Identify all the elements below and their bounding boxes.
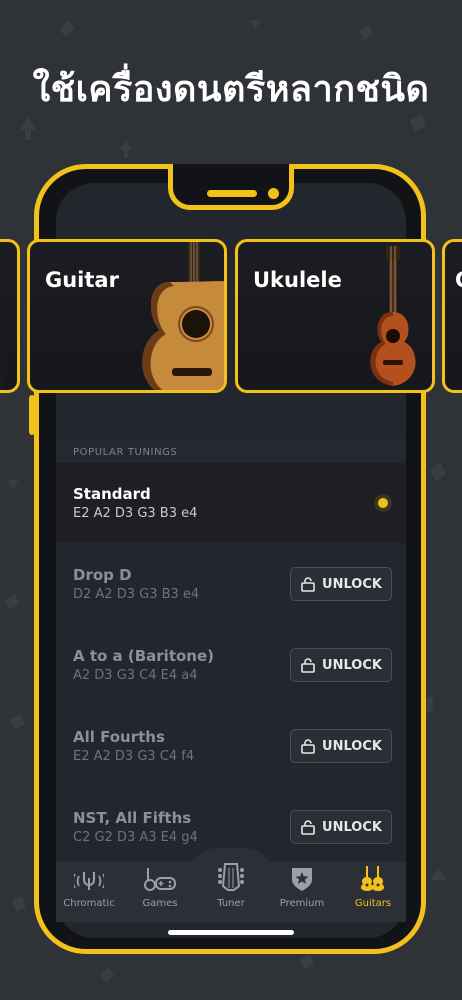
tuning-notes: C2 G2 D3 A3 E4 g4: [73, 830, 198, 845]
tab-label: Guitars: [354, 898, 392, 909]
instrument-card-label: Guitar: [45, 268, 119, 292]
home-indicator: [168, 930, 294, 935]
phone-notch: [168, 164, 294, 210]
unlock-label: UNLOCK: [322, 657, 382, 673]
instrument-card-bass-partial[interactable]: [0, 239, 20, 393]
lock-icon: [301, 658, 315, 673]
tuning-notes: E2 A2 D3 G3 C4 f4: [73, 749, 195, 764]
tab-games[interactable]: Games: [125, 866, 195, 909]
tuning-name: Drop D: [73, 566, 132, 584]
games-icon: [144, 868, 176, 891]
unlock-button[interactable]: UNLOCK: [290, 810, 392, 844]
instrument-card-partial[interactable]: C: [442, 239, 462, 393]
instrument-card-guitar[interactable]: Guitar: [27, 239, 227, 393]
tuning-notes: D2 A2 D3 G3 B3 e4: [73, 587, 200, 602]
tab-label: Tuner: [217, 898, 245, 909]
chromatic-icon: [74, 872, 104, 890]
tuning-name: A to a (Baritone): [73, 647, 215, 665]
guitars-icon: [360, 866, 385, 891]
tab-tuner[interactable]: Tuner: [196, 863, 266, 909]
unlock-label: UNLOCK: [322, 576, 382, 592]
unlock-button[interactable]: UNLOCK: [290, 567, 392, 601]
phone-camera: [268, 188, 279, 199]
phone-side-button: [29, 395, 35, 435]
tuning-name: Standard: [73, 485, 151, 503]
unlock-button[interactable]: UNLOCK: [290, 648, 392, 682]
tuning-row-drop-d[interactable]: Drop D D2 A2 D3 G3 B3 e4 UNLOCK: [56, 544, 406, 624]
unlock-label: UNLOCK: [322, 738, 382, 754]
tuning-notes: A2 D3 G3 C4 E4 a4: [73, 668, 198, 683]
tab-guitars[interactable]: Guitars: [338, 866, 408, 909]
tab-label: Games: [142, 898, 178, 909]
lock-icon: [301, 577, 315, 592]
tuning-name: All Fourths: [73, 728, 165, 746]
section-header-label: POPULAR TUNINGS: [73, 447, 178, 458]
headline: ใช้เครื่องดนตรีหลากชนิด: [32, 69, 430, 110]
lock-icon: [301, 820, 315, 835]
lock-icon: [301, 739, 315, 754]
instrument-card-ukulele[interactable]: Ukulele: [235, 239, 435, 393]
tuning-row-baritone[interactable]: A to a (Baritone) A2 D3 G3 C4 E4 a4 UNLO…: [56, 625, 406, 705]
tuning-name: NST, All Fifths: [73, 809, 192, 827]
tuning-row-standard[interactable]: Standard E2 A2 D3 G3 B3 e4: [56, 463, 406, 543]
tab-label: Premium: [279, 898, 325, 909]
instrument-card-label: Ukulele: [253, 268, 342, 292]
unlock-button[interactable]: UNLOCK: [290, 729, 392, 763]
acoustic-guitar-image: [142, 242, 224, 390]
tuning-row-all-fourths[interactable]: All Fourths E2 A2 D3 G3 C4 f4 UNLOCK: [56, 706, 406, 786]
selected-radio-icon[interactable]: [374, 494, 392, 512]
premium-badge-icon: [292, 868, 312, 891]
phone-speaker: [207, 190, 257, 197]
tuner-headstock-icon: [218, 863, 244, 891]
instrument-card-label: C: [455, 268, 462, 292]
tab-chromatic[interactable]: Chromatic: [54, 866, 124, 909]
unlock-label: UNLOCK: [322, 819, 382, 835]
tab-premium[interactable]: Premium: [267, 866, 337, 909]
tab-label: Chromatic: [63, 898, 115, 909]
tuning-notes: E2 A2 D3 G3 B3 e4: [73, 506, 198, 521]
bass-guitar-image: [0, 352, 5, 390]
ukulele-image: [370, 246, 416, 386]
